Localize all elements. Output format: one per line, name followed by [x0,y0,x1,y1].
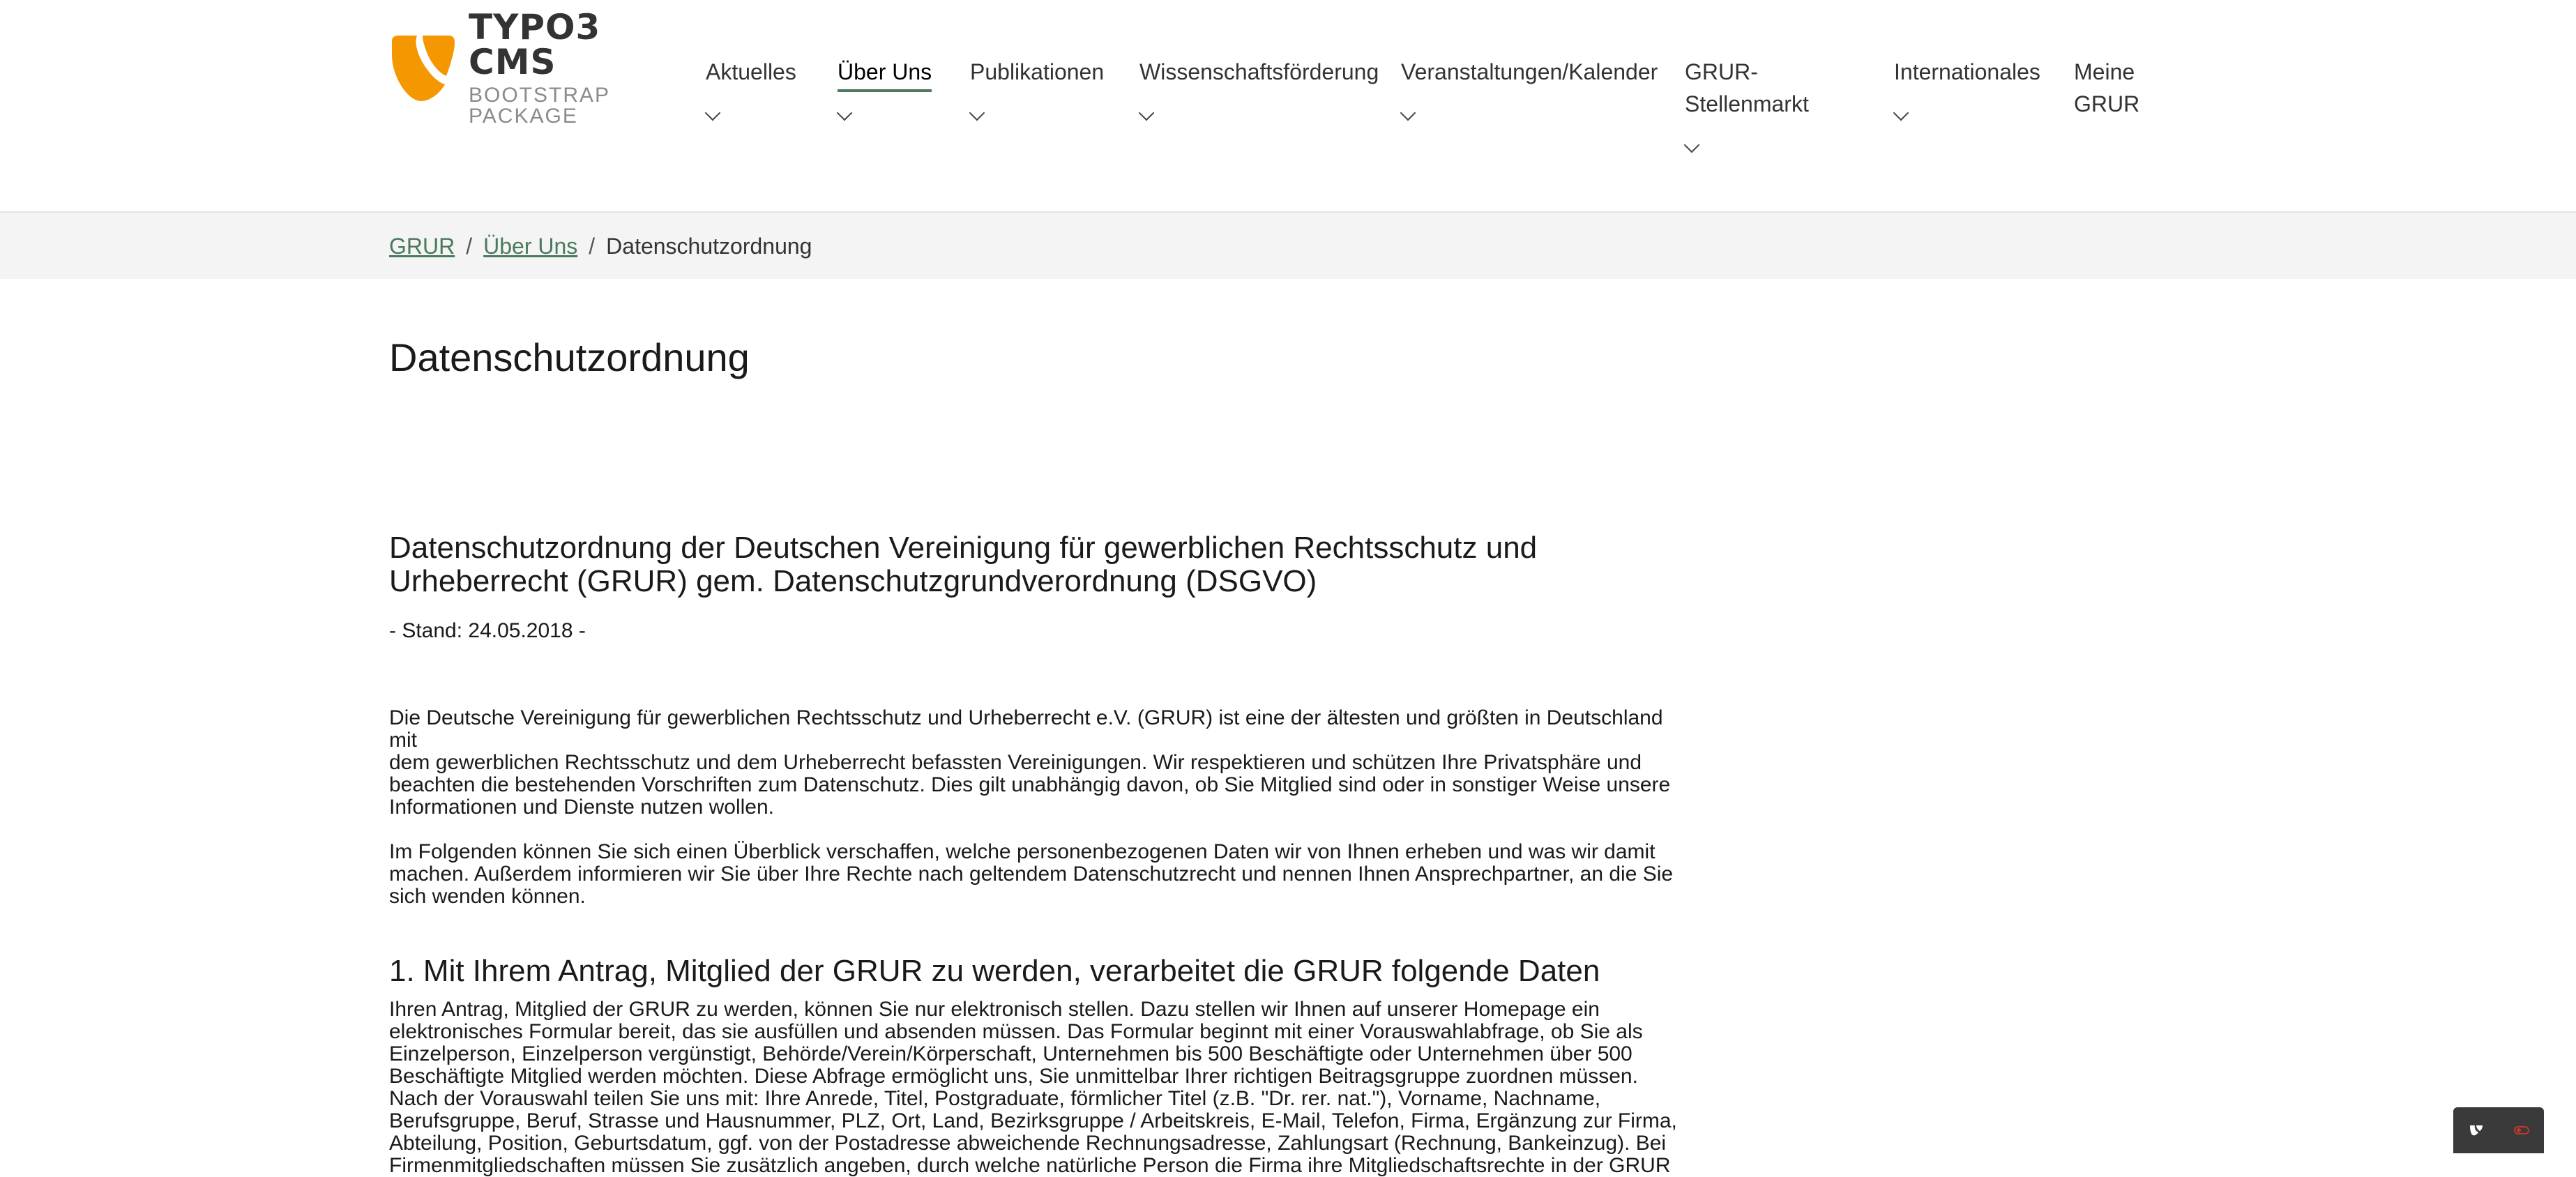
breadcrumb-separator: / [589,234,595,259]
document-heading-line1: Datenschutzordnung der Deutschen Vereini… [389,531,1537,565]
logo-subtitle: BOOTSTRAP PACKAGE [469,85,654,127]
chevron-down-icon[interactable] [705,105,721,121]
nav-label-line1: Meine [2074,56,2139,88]
text-line: beachten die bestehenden Vorschriften zu… [389,773,1670,796]
nav-item-aktuelles[interactable]: Aktuelles [706,56,796,88]
text-line: Die Deutsche Vereinigung für gewerbliche… [389,706,1663,752]
chevron-down-icon[interactable] [1893,105,1909,121]
nav-label-line1: GRUR- [1685,56,1809,88]
chevron-down-icon[interactable] [1139,105,1155,121]
text-line: Im Folgenden können Sie sich einen Überb… [389,840,1656,863]
breadcrumb-current: Datenschutzordnung [606,234,812,259]
nav-label: Wissenschaftsförderung [1139,56,1379,88]
toggle-icon[interactable] [2514,1124,2529,1137]
text-line: sich wenden können. [389,885,586,908]
nav-item-veranstaltungen[interactable]: Veranstaltungen/Kalender [1401,56,1658,88]
text-line: Firmenmitgliedschaften müssen Sie zusätz… [389,1154,1671,1177]
admin-toolbar-widget[interactable] [2453,1107,2544,1153]
text-line: Ihren Antrag, Mitglied der GRUR zu werde… [389,998,1600,1021]
breadcrumb-bar: GRUR / Über Uns / Datenschutzordnung [0,211,2576,279]
typo3-small-icon[interactable] [2469,1124,2484,1137]
text-line: Berufsgruppe, Beruf, Strasse und Hausnum… [389,1109,1677,1132]
document-heading-line2: Urheberrecht (GRUR) gem. Datenschutzgrun… [389,564,1317,598]
text-line: Einzelperson, Einzelperson vergünstigt, … [389,1042,1632,1065]
page-title: Datenschutzordnung [389,335,750,380]
main-content: Datenschutzordnung der Deutschen Vereini… [389,531,1686,1177]
breadcrumb-link-ueber-uns[interactable]: Über Uns [483,234,577,259]
nav-item-wissenschaftsfoerderung[interactable]: Wissenschaftsförderung [1139,56,1379,88]
nav-label: Veranstaltungen/Kalender [1401,56,1658,88]
section-1-paragraph: Ihren Antrag, Mitglied der GRUR zu werde… [389,998,1686,1177]
nav-label: Publikationen [970,56,1104,88]
nav-item-ueber-uns[interactable]: Über Uns [838,56,932,92]
nav-item-publikationen[interactable]: Publikationen [970,56,1104,88]
chevron-down-icon[interactable] [837,105,853,121]
document-heading: Datenschutzordnung der Deutschen Vereini… [389,531,1686,598]
nav-label: Internationales [1894,56,2040,88]
breadcrumb: GRUR / Über Uns / Datenschutzordnung [389,231,812,261]
intro-paragraph-2: Im Folgenden können Sie sich einen Überb… [389,841,1686,908]
text-line: Beschäftigte Mitglied werden möchten. Di… [389,1065,1638,1088]
site-logo[interactable]: TYPO3 CMS BOOTSTRAP PACKAGE [389,33,654,103]
document-date: - Stand: 24.05.2018 - [389,619,1686,643]
intro-paragraph-1: Die Deutsche Vereinigung für gewerbliche… [389,707,1686,819]
nav-label: Über Uns [838,56,932,92]
site-header: TYPO3 CMS BOOTSTRAP PACKAGE Aktuelles Üb… [0,0,2576,211]
nav-label: Aktuelles [706,56,796,88]
typo3-logo-icon [389,34,456,102]
nav-item-meine-grur[interactable]: Meine GRUR [2074,56,2139,120]
breadcrumb-link-grur[interactable]: GRUR [389,234,455,259]
section-1-heading: 1. Mit Ihrem Antrag, Mitglied der GRUR z… [389,954,1686,989]
text-line: Informationen und Dienste nutzen wollen. [389,796,774,819]
text-line: dem gewerblichen Rechtsschutz und dem Ur… [389,751,1642,774]
nav-item-stellenmarkt[interactable]: GRUR- Stellenmarkt [1685,56,1809,120]
text-line: machen. Außerdem informieren wir Sie übe… [389,863,1673,886]
chevron-down-icon[interactable] [969,105,985,121]
text-line: Nach der Vorauswahl teilen Sie uns mit: … [389,1087,1600,1110]
chevron-down-icon[interactable] [1400,105,1416,121]
nav-item-internationales[interactable]: Internationales [1894,56,2040,88]
chevron-down-icon[interactable] [1684,137,1700,153]
nav-label-line2: GRUR [2074,88,2139,120]
nav-label-line2: Stellenmarkt [1685,88,1809,120]
logo-title: TYPO3 CMS [469,10,654,79]
text-line: Abteilung, Position, Geburtsdatum, ggf. … [389,1132,1666,1155]
breadcrumb-separator: / [466,234,472,259]
text-line: elektronisches Formular bereit, das sie … [389,1020,1643,1043]
